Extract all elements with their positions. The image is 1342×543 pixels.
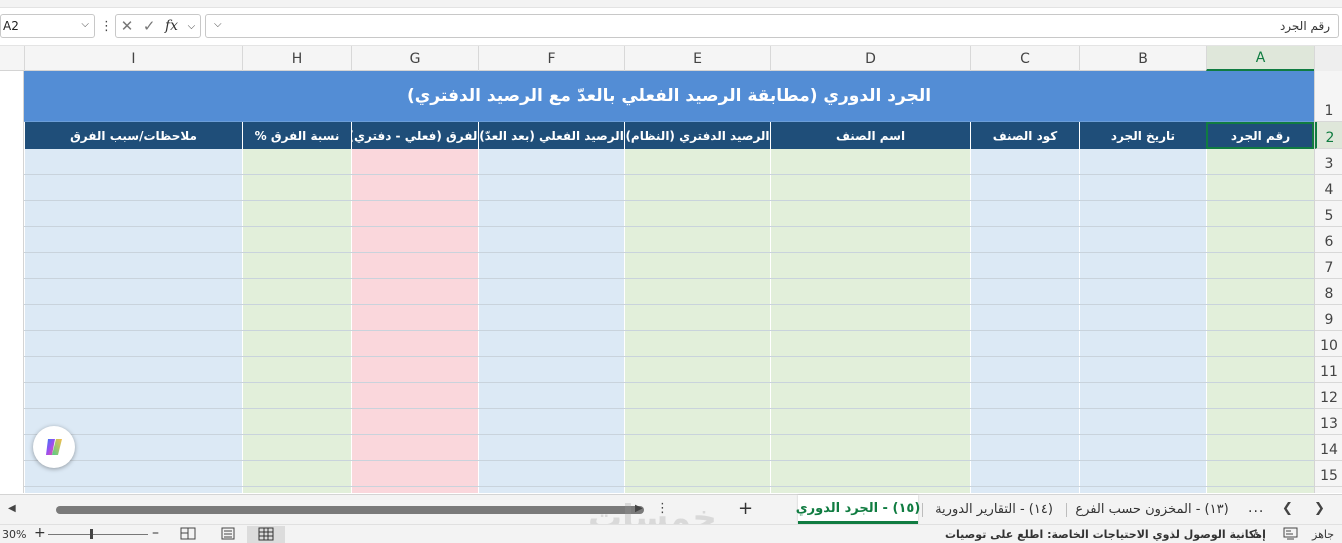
zoom-slider[interactable] bbox=[48, 534, 148, 535]
chevron-down-icon[interactable]: ⌵ bbox=[81, 19, 89, 30]
row-header-7[interactable]: 7 bbox=[1315, 253, 1342, 279]
row-header-9[interactable]: 9 bbox=[1315, 305, 1342, 331]
data-area[interactable] bbox=[24, 149, 1314, 493]
column-header-a[interactable]: A bbox=[1206, 46, 1314, 71]
ribbon-edge bbox=[0, 0, 1342, 8]
expand-formula-icon[interactable]: ⌵ bbox=[214, 19, 222, 30]
ready-status: جاهز bbox=[1312, 528, 1335, 541]
name-box[interactable]: A2 ⌵ bbox=[0, 14, 95, 38]
gridline bbox=[24, 174, 1314, 175]
gridline bbox=[24, 226, 1314, 227]
gridline bbox=[24, 486, 1314, 487]
column-header-d[interactable]: D bbox=[770, 46, 970, 71]
header-cell-notes[interactable]: ملاحظات/سبب الفرق bbox=[24, 122, 242, 149]
column-header-f[interactable]: F bbox=[478, 46, 624, 71]
select-all-corner[interactable] bbox=[1314, 46, 1342, 71]
gridline bbox=[24, 278, 1314, 279]
gridline bbox=[24, 330, 1314, 331]
more-vertical-icon[interactable]: ⋮ bbox=[100, 19, 113, 34]
zoom-level[interactable]: 30% bbox=[2, 528, 26, 541]
row-header-12[interactable]: 12 bbox=[1315, 383, 1342, 409]
column-header-h[interactable]: H bbox=[242, 46, 351, 71]
accessibility-status[interactable]: إمكانية الوصول لذوي الاحتياجات الخاصة: ا… bbox=[945, 528, 1266, 541]
add-sheet-icon[interactable]: + bbox=[738, 498, 753, 519]
column-header-b[interactable]: B bbox=[1079, 46, 1206, 71]
gridline bbox=[24, 460, 1314, 461]
row-headers: 1 2 3 4 5 6 7 8 9 10 11 12 13 14 15 bbox=[1314, 71, 1342, 493]
column-header-i[interactable]: I bbox=[24, 46, 242, 71]
check-icon[interactable]: ✓ bbox=[143, 17, 156, 35]
horizontal-scrollbar[interactable] bbox=[40, 506, 644, 514]
row-header-10[interactable]: 10 bbox=[1315, 331, 1342, 357]
worksheet-grid[interactable]: الجرد الدوري (مطابقة الرصيد الفعلي بالعد… bbox=[24, 71, 1314, 493]
scroll-left-icon[interactable]: ◀ bbox=[8, 503, 16, 514]
column-header-c[interactable]: C bbox=[970, 46, 1079, 71]
sheet-gutter bbox=[0, 71, 24, 493]
excel-window: A2 ⌵ ⋮ ✕ ✓ fx ⌵ رقم الجرد ⌵ I H G F E D … bbox=[0, 0, 1342, 543]
sheet-title[interactable]: الجرد الدوري (مطابقة الرصيد الفعلي بالعد… bbox=[24, 71, 1314, 122]
chevron-down-icon[interactable]: ⌵ bbox=[188, 21, 196, 32]
row-header-6[interactable]: 6 bbox=[1315, 227, 1342, 253]
column-header-e[interactable]: E bbox=[624, 46, 770, 71]
sheet-tab-bar: ◀ ▶ ⋮ + (١٥) - الجرد الدوري (١٤) - التقا… bbox=[0, 494, 1342, 524]
header-cell-count-date[interactable]: تاريخ الجرد bbox=[1079, 122, 1206, 149]
column-headers: I H G F E D C B A bbox=[0, 45, 1342, 71]
more-tabs-icon[interactable]: ... bbox=[1248, 500, 1264, 516]
chevron-right-icon[interactable]: ❯ bbox=[1314, 501, 1325, 516]
display-settings-icon[interactable] bbox=[1283, 527, 1298, 540]
gridline bbox=[24, 382, 1314, 383]
row-header-11[interactable]: 11 bbox=[1315, 357, 1342, 383]
tab-divider bbox=[922, 503, 923, 517]
formula-bar: A2 ⌵ ⋮ ✕ ✓ fx ⌵ رقم الجرد ⌵ bbox=[0, 10, 1342, 42]
page-layout-view-icon[interactable] bbox=[220, 527, 236, 540]
row-header-13[interactable]: 13 bbox=[1315, 409, 1342, 435]
zoom-out-icon[interactable]: – bbox=[152, 525, 159, 541]
header-cell-actual-balance[interactable]: الرصيد الفعلي (بعد العدّ) bbox=[478, 122, 624, 149]
zoom-slider-thumb[interactable] bbox=[90, 529, 93, 539]
scroll-right-icon[interactable]: ▶ bbox=[635, 503, 643, 514]
tab-periodic-count[interactable]: (١٥) - الجرد الدوري bbox=[796, 495, 920, 524]
status-bar: 30% + – إمكانية الوصول لذوي الاحتياجات ا… bbox=[0, 524, 1342, 543]
header-cell-count-number[interactable]: رقم الجرد bbox=[1206, 122, 1314, 149]
gridline bbox=[24, 356, 1314, 357]
normal-view-icon[interactable] bbox=[247, 526, 285, 543]
gridline bbox=[24, 252, 1314, 253]
chevron-left-icon[interactable]: ❮ bbox=[1282, 501, 1293, 516]
copilot-icon bbox=[46, 439, 62, 455]
row-header-5[interactable]: 5 bbox=[1315, 201, 1342, 227]
cancel-icon[interactable]: ✕ bbox=[121, 17, 134, 35]
name-box-value: A2 bbox=[3, 19, 19, 33]
scrollbar-thumb[interactable] bbox=[56, 506, 644, 514]
header-cell-difference[interactable]: الفرق (فعلي - دفتري) bbox=[351, 122, 478, 149]
formula-controls: ✕ ✓ fx ⌵ bbox=[115, 14, 201, 38]
row-header-14[interactable]: 14 bbox=[1315, 435, 1342, 461]
accessibility-icon[interactable]: ♿ bbox=[1252, 527, 1263, 541]
row-header-3[interactable]: 3 bbox=[1315, 149, 1342, 175]
row-header-4[interactable]: 4 bbox=[1315, 175, 1342, 201]
copilot-button[interactable] bbox=[33, 426, 75, 468]
row-header-1[interactable]: 1 bbox=[1315, 71, 1342, 122]
row-header-2[interactable]: 2 bbox=[1315, 122, 1342, 149]
page-break-view-icon[interactable] bbox=[180, 527, 196, 540]
gridline bbox=[24, 434, 1314, 435]
formula-input[interactable]: رقم الجرد ⌵ bbox=[205, 14, 1339, 38]
zoom-in-icon[interactable]: + bbox=[34, 525, 46, 541]
header-cell-diff-percent[interactable]: نسبة الفرق % bbox=[242, 122, 351, 149]
gridline bbox=[24, 408, 1314, 409]
header-cell-book-balance[interactable]: الرصيد الدفتري (النظام) bbox=[624, 122, 770, 149]
header-cell-item-name[interactable]: اسم الصنف bbox=[770, 122, 970, 149]
formula-value: رقم الجرد bbox=[1279, 19, 1330, 33]
header-cell-item-code[interactable]: كود الصنف bbox=[970, 122, 1079, 149]
table-header-row: ملاحظات/سبب الفرق نسبة الفرق % الفرق (فع… bbox=[24, 122, 1314, 149]
tab-divider bbox=[1066, 503, 1067, 517]
row-header-8[interactable]: 8 bbox=[1315, 279, 1342, 305]
column-header-g[interactable]: G bbox=[351, 46, 478, 71]
more-vertical-icon[interactable]: ⋮ bbox=[656, 501, 669, 516]
row-header-15[interactable]: 15 bbox=[1315, 461, 1342, 487]
insert-function-icon[interactable]: fx bbox=[165, 18, 178, 34]
gridline bbox=[24, 200, 1314, 201]
gridline bbox=[24, 304, 1314, 305]
tab-stock-by-branch[interactable]: (١٣) - المخزون حسب الفرع bbox=[1070, 495, 1234, 524]
tab-periodic-reports[interactable]: (١٤) - التقارير الدورية bbox=[926, 495, 1062, 524]
